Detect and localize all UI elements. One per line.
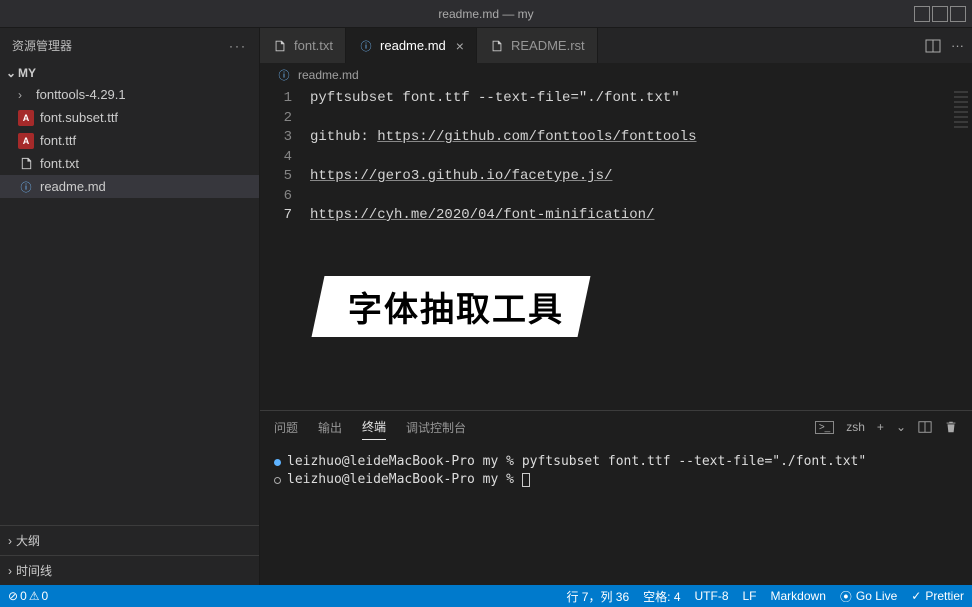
- explorer-title: 资源管理器: [12, 37, 72, 54]
- panel-tab-output[interactable]: 输出: [318, 415, 342, 440]
- chevron-right-icon: ›: [8, 564, 12, 578]
- trash-icon[interactable]: [944, 420, 958, 434]
- code-line[interactable]: https://gero3.github.io/facetype.js/: [310, 167, 972, 187]
- file-label: font.subset.ttf: [40, 110, 118, 125]
- file-label: font.ttf: [40, 133, 76, 148]
- section-label: 大纲: [16, 532, 40, 549]
- file-label: readme.md: [40, 179, 106, 194]
- code-line[interactable]: [310, 109, 972, 129]
- sidebar-section-outline[interactable]: › 大纲: [0, 525, 259, 555]
- line-gutter: 1234567: [260, 89, 310, 410]
- tree-root[interactable]: ⌄ MY: [0, 63, 259, 83]
- cursor: [522, 473, 530, 487]
- more-actions-icon[interactable]: ···: [951, 38, 964, 53]
- chevron-right-icon: ›: [18, 88, 30, 102]
- info-icon: ⓘ: [276, 67, 292, 83]
- tab-readme-rst[interactable]: README.rst: [477, 28, 598, 63]
- check-icon: ✓: [911, 589, 921, 603]
- shell-name[interactable]: zsh: [846, 420, 865, 434]
- font-file-icon: A: [18, 110, 34, 126]
- chevron-down-icon: ⌄: [4, 66, 18, 80]
- terminal-line: leizhuo@leideMacBook-Pro my % pyftsubset…: [274, 453, 958, 471]
- code-content[interactable]: pyftsubset font.ttf --text-file="./font.…: [310, 89, 972, 410]
- breadcrumb[interactable]: ⓘ readme.md: [260, 63, 972, 87]
- sidebar-more-icon[interactable]: ···: [229, 39, 247, 53]
- text-file-icon: [18, 156, 34, 172]
- info-icon: ⓘ: [358, 38, 374, 54]
- error-icon: ⊘: [8, 589, 18, 603]
- tab-bar: font.txt ⓘ readme.md × README.rst ···: [260, 28, 972, 63]
- new-terminal-icon[interactable]: +: [877, 420, 884, 434]
- breadcrumb-label: readme.md: [298, 68, 359, 82]
- terminal[interactable]: leizhuo@leideMacBook-Pro my % pyftsubset…: [260, 443, 972, 585]
- tab-font-txt[interactable]: font.txt: [260, 28, 346, 63]
- status-problems[interactable]: ⊘ 0 ⚠ 0: [8, 589, 48, 603]
- panel-tabs: 问题 输出 终端 调试控制台 >_ zsh + ⌄: [260, 411, 972, 443]
- terminal-line: leizhuo@leideMacBook-Pro my %: [274, 471, 958, 489]
- code-line[interactable]: pyftsubset font.ttf --text-file="./font.…: [310, 89, 972, 109]
- tab-label: readme.md: [380, 38, 446, 53]
- sidebar-item-file[interactable]: A font.subset.ttf: [0, 106, 259, 129]
- caption-overlay: 字体抽取工具: [312, 276, 591, 337]
- file-label: fonttools-4.29.1: [36, 87, 126, 102]
- sidebar-item-file[interactable]: A font.ttf: [0, 129, 259, 152]
- code-line[interactable]: [310, 187, 972, 207]
- chevron-down-icon[interactable]: ⌄: [896, 420, 906, 434]
- layout-secondary-icon[interactable]: [950, 6, 966, 22]
- title-bar: readme.md — my: [0, 0, 972, 28]
- status-cursor[interactable]: 行 7，列 36: [566, 588, 629, 605]
- font-file-icon: A: [18, 133, 34, 149]
- sidebar-item-folder[interactable]: › fonttools-4.29.1: [0, 83, 259, 106]
- status-prettier[interactable]: ✓ Prettier: [911, 589, 964, 603]
- sidebar-item-file[interactable]: font.txt: [0, 152, 259, 175]
- file-label: font.txt: [40, 156, 79, 171]
- sidebar: 资源管理器 ··· ⌄ MY › fonttools-4.29.1 A font…: [0, 28, 260, 585]
- status-encoding[interactable]: UTF-8: [695, 589, 729, 603]
- sidebar-header: 资源管理器 ···: [0, 28, 259, 63]
- status-golive[interactable]: ⦿ Go Live: [840, 588, 897, 605]
- bottom-panel: 问题 输出 终端 调试控制台 >_ zsh + ⌄ leizhuo@leideM…: [260, 410, 972, 585]
- code-line[interactable]: https://cyh.me/2020/04/font-minification…: [310, 206, 972, 226]
- sidebar-section-timeline[interactable]: › 时间线: [0, 555, 259, 585]
- minimap[interactable]: [954, 91, 968, 131]
- layout-controls: [914, 6, 966, 22]
- section-label: 时间线: [16, 562, 52, 579]
- sidebar-item-file[interactable]: ⓘ readme.md: [0, 175, 259, 198]
- text-file-icon: [489, 38, 505, 54]
- status-eol[interactable]: LF: [743, 589, 757, 603]
- tab-label: README.rst: [511, 38, 585, 53]
- chevron-right-icon: ›: [8, 534, 12, 548]
- root-folder-label: MY: [18, 66, 36, 80]
- tab-readme-md[interactable]: ⓘ readme.md ×: [346, 28, 477, 63]
- layout-panel-icon[interactable]: [932, 6, 948, 22]
- close-icon[interactable]: ×: [456, 38, 464, 54]
- editor[interactable]: 1234567 pyftsubset font.ttf --text-file=…: [260, 87, 972, 410]
- layout-primary-icon[interactable]: [914, 6, 930, 22]
- split-terminal-icon[interactable]: [918, 420, 932, 434]
- panel-tab-problems[interactable]: 问题: [274, 415, 298, 440]
- panel-tab-terminal[interactable]: 终端: [362, 414, 386, 440]
- warning-icon: ⚠: [29, 589, 40, 603]
- code-line[interactable]: [310, 148, 972, 168]
- prompt-bullet-icon: [274, 459, 281, 466]
- broadcast-icon: ⦿: [840, 588, 852, 605]
- tab-label: font.txt: [294, 38, 333, 53]
- terminal-launch-icon[interactable]: >_: [815, 421, 834, 434]
- split-editor-icon[interactable]: [925, 38, 941, 54]
- prompt-bullet-icon: [274, 477, 281, 484]
- code-line[interactable]: github: https://github.com/fonttools/fon…: [310, 128, 972, 148]
- info-icon: ⓘ: [18, 179, 34, 195]
- status-lang[interactable]: Markdown: [771, 589, 826, 603]
- text-file-icon: [272, 38, 288, 54]
- status-bar: ⊘ 0 ⚠ 0 行 7，列 36 空格: 4 UTF-8 LF Markdown…: [0, 585, 972, 607]
- window-title: readme.md — my: [438, 7, 533, 21]
- status-spaces[interactable]: 空格: 4: [643, 588, 680, 605]
- panel-tab-debug[interactable]: 调试控制台: [406, 415, 466, 440]
